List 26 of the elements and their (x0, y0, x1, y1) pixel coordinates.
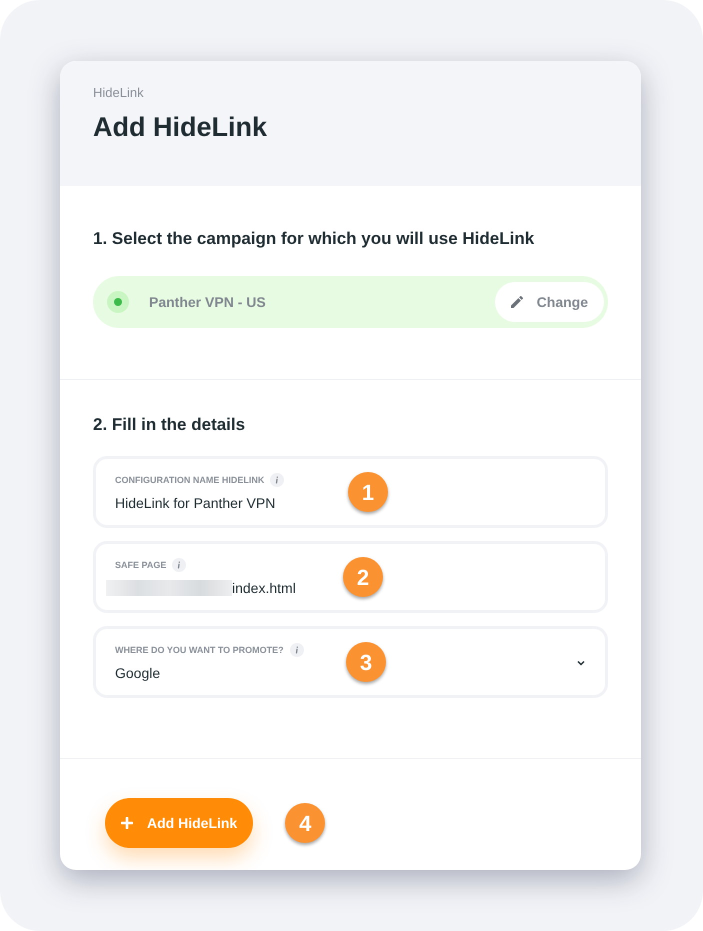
input-field[interactable]: CONFIGURATION NAME HIDELINK HideLink for Panther VPN 1 (93, 456, 608, 528)
step-number-badge: 1 (348, 472, 388, 512)
campaign-pill[interactable]: Panther VPN - US Change (93, 276, 608, 328)
select-field[interactable]: WHERE DO YOU WANT TO PROMOTE? Google 3 (93, 626, 608, 698)
page-title: Add HideLink (93, 111, 267, 143)
field-label: WHERE DO YOU WANT TO PROMOTE? (115, 644, 284, 656)
info-icon (290, 643, 304, 657)
change-button[interactable]: Change (494, 282, 604, 322)
step-number-badge: 4 (285, 803, 326, 843)
plus-icon (121, 817, 133, 829)
input-field[interactable]: SAFE PAGE index.html 2 (93, 541, 608, 613)
field-value: HideLink for Panther VPN (115, 494, 276, 512)
info-icon (270, 473, 284, 487)
field-value: index.html (232, 578, 296, 598)
chevron-down-icon (577, 660, 585, 666)
info-icon (172, 558, 186, 572)
step-number-badge: 2 (343, 557, 383, 597)
breadcrumb: HideLink (93, 85, 144, 101)
step-number-badge: 3 (346, 642, 386, 682)
field-label: SAFE PAGE (115, 559, 166, 571)
campaign-name: Panther VPN - US (149, 292, 266, 312)
section-heading: 1. Select the campaign for which you will use HideLink (93, 228, 534, 250)
field-value: Google (115, 664, 160, 683)
field-label: CONFIGURATION NAME HIDELINK (115, 474, 264, 486)
section-heading: 2. Fill in the details (93, 414, 246, 436)
pencil-icon (510, 296, 523, 308)
